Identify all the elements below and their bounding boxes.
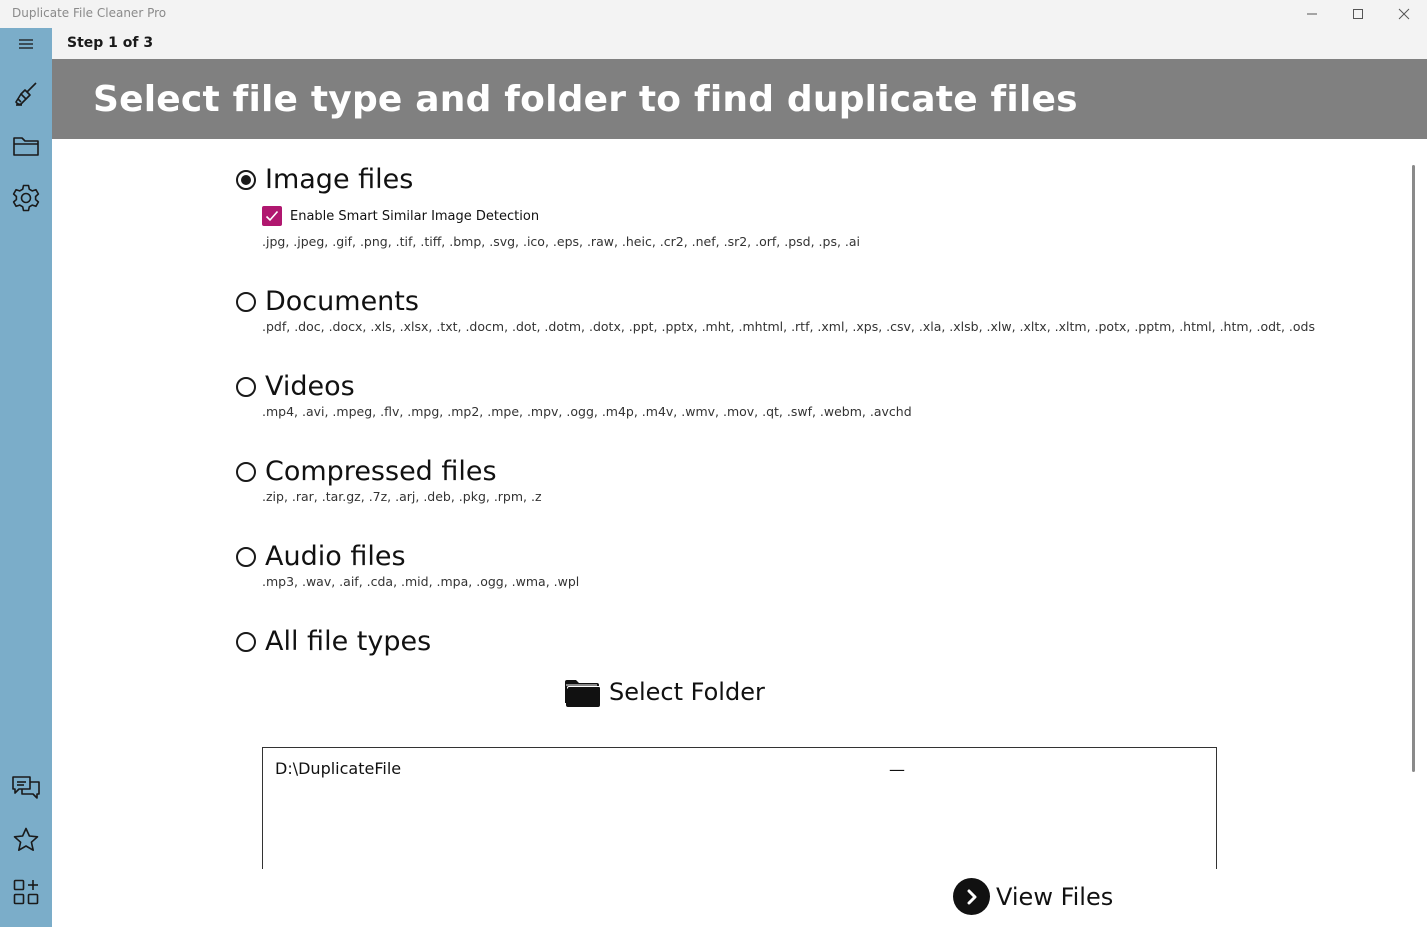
sidebar-item-settings[interactable] — [0, 178, 52, 218]
select-folder-button[interactable]: Select Folder — [563, 676, 765, 708]
step-bar: Step 1 of 3 — [52, 28, 1427, 59]
option-label: Videos — [265, 371, 355, 402]
option-label: Documents — [265, 286, 419, 317]
radio-audio-files[interactable] — [236, 546, 256, 567]
remove-folder-button[interactable]: — — [889, 760, 905, 779]
sidebar-item-feedback[interactable] — [0, 768, 52, 808]
sidebar-item-folder[interactable] — [0, 126, 52, 166]
gear-icon — [12, 184, 40, 212]
view-files-label: View Files — [996, 882, 1114, 911]
step-indicator: Step 1 of 3 — [67, 35, 154, 51]
option-compressed-files[interactable]: Compressed files — [236, 456, 497, 487]
view-files-button[interactable]: View Files — [953, 878, 1113, 915]
apps-add-icon — [13, 879, 39, 905]
option-image-files[interactable]: Image files — [236, 164, 413, 195]
maximize-icon — [1353, 9, 1363, 19]
radio-image-files[interactable] — [236, 169, 256, 190]
compressed-extensions: .zip, .rar, .tar.gz, .7z, .arj, .deb, .p… — [262, 489, 542, 504]
sidebar-item-more-apps[interactable] — [0, 872, 52, 912]
select-folder-label: Select Folder — [609, 678, 765, 706]
smart-detection-label: Enable Smart Similar Image Detection — [290, 208, 540, 224]
document-extensions: .pdf, .doc, .docx, .xls, .xlsx, .txt, .d… — [262, 319, 1315, 334]
smart-detection-toggle[interactable]: Enable Smart Similar Image Detection — [262, 206, 539, 226]
radio-videos[interactable] — [236, 376, 256, 397]
radio-all-file-types[interactable] — [236, 631, 256, 652]
folder-path: D:\DuplicateFile — [275, 759, 402, 778]
chevron-right-circle-icon — [953, 878, 990, 915]
sidebar-item-clean[interactable] — [0, 74, 52, 114]
close-button[interactable] — [1381, 0, 1427, 28]
option-audio-files[interactable]: Audio files — [236, 541, 406, 572]
minimize-icon — [1307, 13, 1317, 15]
audio-extensions: .mp3, .wav, .aif, .cda, .mid, .mpa, .ogg… — [262, 574, 580, 589]
broom-icon — [15, 82, 37, 106]
radio-documents[interactable] — [236, 291, 256, 312]
sidebar — [0, 28, 52, 927]
folder-list: D:\DuplicateFile — — [262, 747, 1217, 869]
page-banner: Select file type and folder to find dupl… — [52, 59, 1427, 139]
sidebar-item-rate[interactable] — [0, 820, 52, 860]
scrollbar[interactable] — [1412, 165, 1415, 772]
checkmark-icon — [265, 210, 279, 222]
folder-filled-icon — [565, 680, 600, 707]
smart-detection-checkbox[interactable] — [262, 206, 282, 226]
page-title: Select file type and folder to find dupl… — [93, 79, 1078, 120]
sidebar-menu-button[interactable] — [0, 24, 52, 64]
star-icon — [13, 827, 39, 851]
option-videos[interactable]: Videos — [236, 371, 355, 402]
hamburger-menu-icon — [19, 39, 33, 49]
option-label: Image files — [265, 164, 414, 195]
option-label: All file types — [265, 626, 432, 657]
video-extensions: .mp4, .avi, .mpeg, .flv, .mpg, .mp2, .mp… — [262, 404, 912, 419]
image-extensions: .jpg, .jpeg, .gif, .png, .tif, .tiff, .b… — [262, 234, 861, 249]
maximize-button[interactable] — [1335, 0, 1381, 28]
option-label: Audio files — [265, 541, 406, 572]
chat-icon — [12, 776, 40, 799]
close-icon — [1398, 8, 1410, 20]
option-label: Compressed files — [265, 456, 497, 487]
app-title: Duplicate File Cleaner Pro — [12, 6, 167, 20]
title-bar: Duplicate File Cleaner Pro — [0, 0, 1427, 28]
option-all-file-types[interactable]: All file types — [236, 626, 431, 657]
folder-icon — [13, 137, 39, 156]
radio-compressed-files[interactable] — [236, 461, 256, 482]
minimize-button[interactable] — [1289, 0, 1335, 28]
option-documents[interactable]: Documents — [236, 286, 419, 317]
